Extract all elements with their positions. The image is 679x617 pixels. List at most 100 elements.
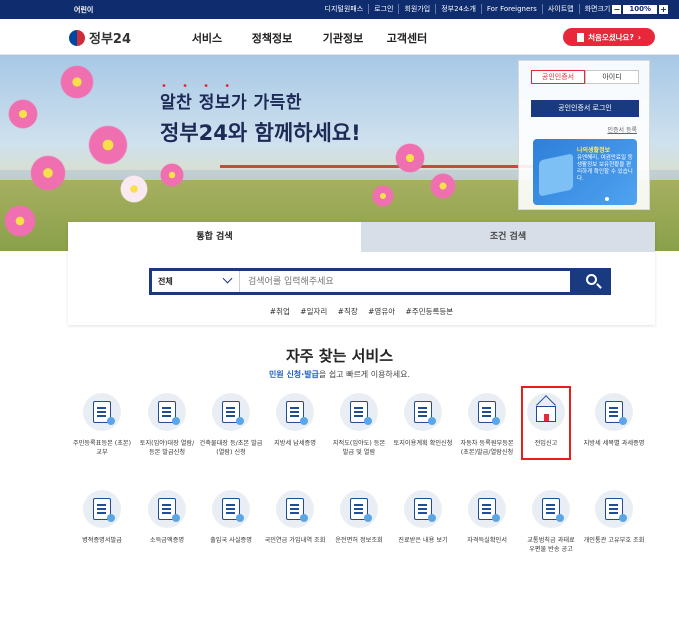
service-label: 지적도(임야도) 등본 발급 및 열람 — [332, 440, 386, 456]
building-register-icon — [212, 393, 250, 431]
service-resident-registration[interactable]: 주민등록표등본 (초본)교부 — [70, 393, 134, 457]
local-tax-icon — [595, 393, 633, 431]
util-link-foreigners[interactable]: For Foreigners — [480, 4, 542, 14]
service-immigration-record[interactable]: 출입국 사실증명 — [199, 490, 263, 545]
service-label: 주민등록표등본 (초본)교부 — [72, 440, 132, 456]
service-local-tax-item[interactable]: 지방세 세목별 과세증명 — [582, 393, 646, 448]
land-register-icon — [148, 393, 186, 431]
customs-icon — [595, 490, 633, 528]
login-panel: 공인인증서 아이디 공인인증서 로그인 인증서 등록 나의생활정보 유엔해리, … — [518, 60, 650, 210]
first-visit-button[interactable]: 처음오셨나요? › — [563, 28, 655, 46]
cosmos-flower — [30, 155, 66, 191]
pension-icon — [276, 490, 314, 528]
service-qualification[interactable]: 자격득실확인서 — [455, 490, 519, 545]
search-button[interactable] — [573, 268, 611, 295]
chevron-right-icon: › — [637, 32, 641, 42]
cosmos-flower — [160, 163, 184, 187]
section-subtitle: 민원 신청·발급을 쉽고 빠르게 이용하세요. — [0, 369, 679, 380]
icon-glyph — [542, 498, 564, 522]
service-label: 자동차 등록원부등본 (초본)발급/열람신청 — [460, 440, 514, 456]
service-label: 출입국 사실증명 — [210, 537, 252, 544]
tab-condition-search[interactable]: 조건 검색 — [361, 222, 655, 252]
service-national-pension[interactable]: 국민연금 가입내역 조회 — [263, 490, 327, 545]
search-input[interactable] — [240, 271, 570, 292]
icon-glyph — [350, 498, 372, 522]
service-label: 교통범칙금 과태료 우편물 반송 공고 — [527, 537, 575, 553]
util-link-sitemap[interactable]: 사이트맵 — [541, 4, 579, 14]
banner-text: 나의생활정보 유엔해리, 여권만료일 등 생활정보 보유현황을 편리하게 확인할… — [577, 147, 633, 183]
icon-glyph — [286, 498, 308, 522]
util-link-login[interactable]: 로그인 — [368, 4, 398, 14]
menu-policy[interactable]: 정책정보 — [236, 30, 308, 46]
search-category-select[interactable]: 전체 — [152, 271, 240, 292]
font-size-control: 화면크기 − 100% + — [578, 4, 673, 14]
kids-link[interactable]: 어린이 — [74, 5, 93, 15]
tag-link[interactable]: #일자리 — [300, 307, 327, 316]
icon-glyph — [158, 498, 180, 522]
service-label: 지방세 세목별 과세증명 — [583, 440, 645, 447]
register-certificate-link[interactable]: 인증서 등록 — [607, 125, 637, 134]
tab-integrated-search[interactable]: 통합 검색 — [68, 222, 361, 252]
icon-glyph — [93, 498, 115, 522]
bookmark-icon — [577, 32, 585, 42]
main-header: 정부24 서비스 정책정보 기관정보 고객센터 처음오셨나요? › — [0, 19, 679, 55]
banner-description: 유엔해리, 여권만료일 등 생활정보 보유현황을 편리하게 확인할 수 있습니다… — [577, 155, 633, 182]
font-increase-button[interactable]: + — [659, 4, 668, 14]
icon-glyph — [222, 401, 244, 425]
tag-link[interactable]: #취업 — [270, 307, 290, 316]
font-decrease-button[interactable]: − — [612, 4, 622, 14]
utility-bar: 어린이 디지털원패스 로그인 회원가입 정부24소개 For Foreigner… — [0, 0, 679, 19]
service-customs-code[interactable]: 개인통관 고유부호 조회 — [582, 490, 646, 545]
tab-certificate[interactable]: 공인인증서 — [531, 70, 585, 84]
service-military-record[interactable]: 병적증명서발급 — [70, 490, 134, 545]
hero-accent-dots: • • • • — [161, 81, 237, 92]
search-category-value: 전체 — [158, 277, 173, 286]
id-card-icon — [83, 393, 121, 431]
search-bar: 전체 — [149, 268, 573, 295]
service-land-register[interactable]: 토지(임야)대장 열람/등본 발급신청 — [135, 393, 199, 457]
icon-glyph — [350, 401, 372, 425]
icon-glyph — [605, 401, 627, 425]
tag-link[interactable]: #영유아 — [368, 307, 395, 316]
logo-text: 정부24 — [89, 32, 132, 47]
medical-icon — [404, 490, 442, 528]
service-local-tax-payment[interactable]: 지방세 납세증명 — [263, 393, 327, 448]
cosmos-flower — [88, 125, 128, 165]
service-land-use-plan[interactable]: 토지이용계획 확인신청 — [391, 393, 455, 448]
menu-agency[interactable]: 기관정보 — [308, 30, 378, 46]
service-building-register[interactable]: 건축물대장 등/초본 발급(열람) 신청 — [199, 393, 263, 457]
logo[interactable]: 정부24 — [69, 28, 131, 47]
util-link-about[interactable]: 정부24소개 — [435, 4, 481, 14]
banner-pager-dot[interactable] — [605, 197, 609, 201]
util-link-signup[interactable]: 회원가입 — [398, 4, 435, 14]
service-medical-history[interactable]: 진료받은 내용 보기 — [391, 490, 455, 545]
service-label: 지방세 납세증명 — [274, 440, 316, 447]
icon-glyph — [158, 401, 180, 425]
utility-links: 디지털원패스 로그인 회원가입 정부24소개 For Foreigners 사이… — [320, 4, 674, 14]
service-car-register[interactable]: 자동차 등록원부등본 (초본)발급/열람신청 — [455, 393, 519, 457]
subtitle-rest: 을 쉽고 빠르게 이용하세요. — [318, 370, 411, 379]
service-income-certificate[interactable]: 소득금액증명 — [135, 490, 199, 545]
tag-link[interactable]: #직장 — [338, 307, 358, 316]
certificate-login-button[interactable]: 공인인증서 로그인 — [531, 100, 639, 117]
menu-customer-center[interactable]: 고객센터 — [378, 30, 436, 46]
icon-glyph — [222, 498, 244, 522]
tab-id-login[interactable]: 아이디 — [585, 70, 639, 84]
service-label: 토지(임야)대장 열람/등본 발급신청 — [139, 440, 195, 456]
login-tabs: 공인인증서 아이디 — [531, 70, 639, 84]
my-life-info-banner[interactable]: 나의생활정보 유엔해리, 여권만료일 등 생활정보 보유현황을 편리하게 확인할… — [533, 139, 637, 205]
service-driver-license[interactable]: 운전면허 정보조회 — [327, 490, 391, 545]
service-traffic-fine[interactable]: 교통범칙금 과태료 우편물 반송 공고 — [519, 490, 583, 554]
util-link-onepass[interactable]: 디지털원패스 — [320, 4, 369, 14]
selected-service-highlight — [521, 386, 571, 460]
service-cadastral-map[interactable]: 지적도(임야도) 등본 발급 및 열람 — [327, 393, 391, 457]
cosmos-flower — [4, 205, 36, 237]
subtitle-highlight: 민원 신청·발급 — [268, 370, 319, 379]
menu-service[interactable]: 서비스 — [178, 30, 236, 46]
search-card: 통합 검색 조건 검색 전체 #취업 #일자리 #직장 #영유아 #주민등록등본 — [68, 222, 655, 325]
taegeuk-logo-icon — [69, 29, 85, 46]
tag-link[interactable]: #주민등록등본 — [406, 307, 454, 316]
car-register-icon — [468, 393, 506, 431]
passport-icon — [212, 490, 250, 528]
search-icon — [586, 274, 597, 285]
